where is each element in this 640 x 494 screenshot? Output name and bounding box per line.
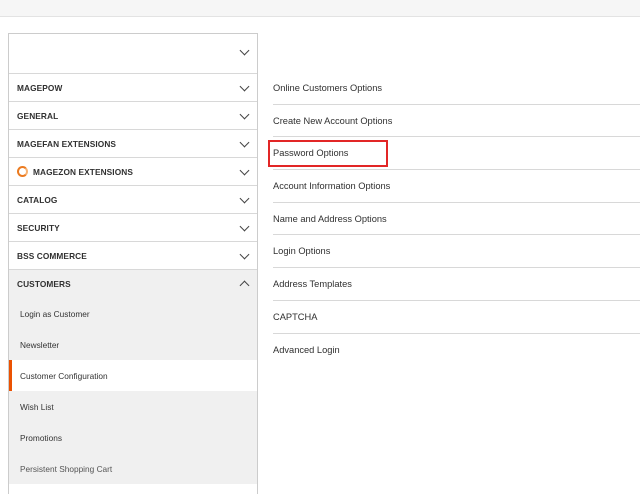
config-groups: Online Customers Options Create New Acco… [273,72,640,366]
group-title: Account Information Options [273,180,391,191]
group-online-customers-options[interactable]: Online Customers Options [273,72,640,105]
sidebar-item-wish-list[interactable]: Wish List [9,391,257,422]
sidebar-section-customers[interactable]: CUSTOMERS [9,270,257,298]
password-options-highlight [268,140,388,167]
group-name-and-address-options[interactable]: Name and Address Options [273,203,640,236]
magezon-logo-icon [17,166,28,177]
group-advanced-login[interactable]: Advanced Login [273,334,640,367]
customers-submenu: Login as Customer Newsletter Customer Co… [9,298,257,484]
group-create-new-account-options[interactable]: Create New Account Options [273,105,640,138]
chevron-down-icon [239,81,250,92]
sidebar-item-promotions[interactable]: Promotions [9,422,257,453]
sidebar-item-label: Newsletter [20,339,60,350]
group-account-information-options[interactable]: Account Information Options [273,170,640,203]
group-title: Login Options [273,246,331,257]
section-label: CATALOG [17,194,58,205]
sidebar-item-label: Wish List [20,401,54,412]
sidebar-item-login-as-customer[interactable]: Login as Customer [9,298,257,329]
sidebar-section-catalog[interactable]: CATALOG [9,186,257,214]
chevron-down-icon [239,137,250,148]
chevron-down-icon [239,165,250,176]
group-title: CAPTCHA [273,311,318,322]
chevron-down-icon [239,193,250,204]
group-title: Address Templates [273,278,352,289]
sidebar-section-bss-commerce[interactable]: BSS COMMERCE [9,242,257,270]
chevron-up-icon [239,280,250,291]
sidebar-section-magepow[interactable]: MAGEPOW [9,74,257,102]
sidebar-section-magefan-extensions[interactable]: MAGEFAN EXTENSIONS [9,130,257,158]
group-title: Online Customers Options [273,82,383,93]
sidebar-item-label: Persistent Shopping Cart [20,463,113,474]
sidebar-section-security[interactable]: SECURITY [9,214,257,242]
group-title: Advanced Login [273,344,340,355]
chevron-down-icon [239,109,250,120]
sidebar-item-label: Login as Customer [20,308,90,319]
chevron-down-icon [239,221,250,232]
section-label: CUSTOMERS [17,279,71,289]
chevron-down-icon [239,45,250,56]
config-sidebar: MAGEPOW GENERAL MAGEFAN EXTENSIONS MAGEZ… [8,33,258,494]
section-label: SECURITY [17,222,60,233]
group-title: Name and Address Options [273,213,387,224]
sidebar-item-label: Promotions [20,432,62,443]
group-address-templates[interactable]: Address Templates [273,268,640,301]
admin-top-bar [0,0,640,17]
section-label: MAGEFAN EXTENSIONS [17,138,117,149]
group-title: Create New Account Options [273,115,393,126]
sidebar-item-label: Customer Configuration [20,370,108,381]
sidebar-item-persistent-shopping-cart[interactable]: Persistent Shopping Cart [9,453,257,484]
sidebar-item-newsletter[interactable]: Newsletter [9,329,257,360]
section-label: MAGEPOW [17,82,63,93]
group-captcha[interactable]: CAPTCHA [273,301,640,334]
scope-switcher[interactable] [9,34,257,74]
section-label: BSS COMMERCE [17,250,87,261]
group-login-options[interactable]: Login Options [273,235,640,269]
chevron-down-icon [239,249,250,260]
sidebar-section-magezon-extensions[interactable]: MAGEZON EXTENSIONS [9,158,257,186]
section-label: GENERAL [17,110,59,121]
section-label: MAGEZON EXTENSIONS [33,166,133,177]
sidebar-section-general[interactable]: GENERAL [9,102,257,130]
sidebar-item-customer-configuration[interactable]: Customer Configuration [9,360,257,391]
